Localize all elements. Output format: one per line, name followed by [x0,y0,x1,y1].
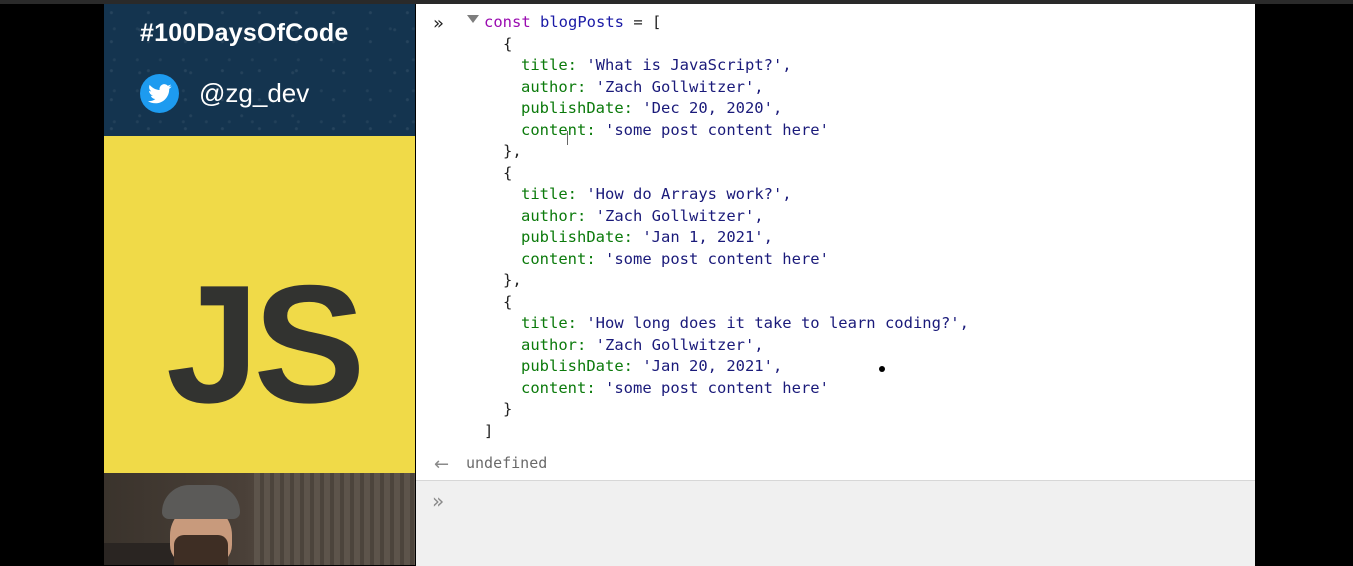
key-title: title: [521,185,577,203]
input-prompt-chevron-icon: » [432,489,445,513]
value-title: 'How long does it take to learn coding?'… [586,314,969,332]
code-line-16: author: 'Zach Gollwitzer', [521,335,764,356]
value-publish-date: 'Dec 20, 2020', [642,99,783,117]
person-shirt [104,543,174,565]
value-publish-date: 'Jan 1, 2021', [642,228,773,246]
devtools-console[interactable]: » const blogPosts = [ { title: 'What is … [416,4,1255,566]
value-author: 'Zach Gollwitzer', [595,78,764,96]
code-line-18: content: 'some post content here' [521,378,829,399]
code-line-8: { [503,164,513,182]
assign-token: = [ [624,13,662,31]
value-publish-date: 'Jan 20, 2021', [642,357,783,375]
console-input-row[interactable]: » [416,480,1255,566]
twitter-icon [140,74,179,113]
key-content: content: [521,379,596,397]
code-line-9: title: 'How do Arrays work?', [521,184,792,205]
code-line-6: content: 'some post content here' [521,120,829,141]
right-black-bar [1255,4,1353,565]
code-line-3: title: 'What is JavaScript?', [521,55,792,76]
key-author: author: [521,336,587,354]
brand-banner: #100DaysOfCode @zg_dev [104,4,415,136]
value-content: 'some post content here' [605,379,829,397]
value-title: 'How do Arrays work?', [586,185,792,203]
code-line-2: { [503,35,513,53]
value-content: 'some post content here' [605,250,829,268]
mouse-cursor-dot [879,366,885,372]
code-line-20: ] [484,422,494,440]
hashtag-label: #100DaysOfCode [140,19,349,47]
key-title: title: [521,56,577,74]
key-author: author: [521,207,587,225]
code-line-5: publishDate: 'Dec 20, 2020', [521,98,782,119]
twitter-handle: @zg_dev [199,78,310,108]
person-hat [162,485,240,519]
webcam-feed [104,473,415,565]
return-arrow-icon: ← [434,454,450,475]
code-line-11: publishDate: 'Jan 1, 2021', [521,227,773,248]
code-line-13: }, [503,271,522,289]
js-logo: JS [166,250,365,438]
key-title: title: [521,314,577,332]
key-publish-date: publishDate: [521,357,633,375]
keyword-const: const [484,13,531,31]
key-content: content: [521,121,596,139]
value-author: 'Zach Gollwitzer', [595,336,764,354]
prompt-chevron-icon: » [433,13,445,34]
key-content: content: [521,250,596,268]
value-title: 'What is JavaScript?', [586,56,792,74]
video-overlay-panel: #100DaysOfCode @zg_dev JS [104,4,415,565]
variable-name: blogPosts [540,13,625,31]
code-line-17: publishDate: 'Jan 20, 2021', [521,356,782,377]
code-line-10: author: 'Zach Gollwitzer', [521,206,764,227]
code-line-12: content: 'some post content here' [521,249,829,270]
key-author: author: [521,78,587,96]
expand-triangle-icon[interactable] [467,15,479,23]
window-blinds [254,473,415,565]
code-line-1: const blogPosts = [ [484,12,661,33]
person-beard [174,535,228,565]
value-content: 'some post content here' [605,121,829,139]
key-publish-date: publishDate: [521,228,633,246]
code-line-15: title: 'How long does it take to learn c… [521,313,969,334]
console-result-row: ← undefined [416,448,1255,480]
key-publish-date: publishDate: [521,99,633,117]
code-line-14: { [503,293,513,311]
value-author: 'Zach Gollwitzer', [595,207,764,225]
code-line-7: }, [503,142,522,160]
twitter-row: @zg_dev [140,74,309,113]
code-line-4: author: 'Zach Gollwitzer', [521,77,764,98]
result-value: undefined [466,454,548,472]
code-line-19: } [503,400,513,418]
js-logo-block: JS [104,136,415,473]
